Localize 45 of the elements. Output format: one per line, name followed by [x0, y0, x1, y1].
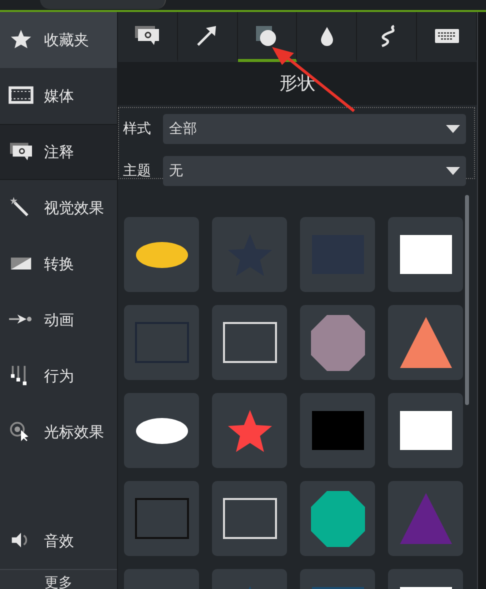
- shape-tile[interactable]: [300, 217, 375, 292]
- sidebar-item[interactable]: 音效: [0, 513, 117, 569]
- sidebar-label: 光标效果: [44, 422, 104, 442]
- caret-icon: [446, 167, 460, 175]
- sidebar-label: 注释: [44, 142, 74, 162]
- sidebar-label: 视觉效果: [44, 198, 104, 218]
- sidebar-item[interactable]: 注释: [0, 124, 117, 180]
- sidebar-item[interactable]: 媒体: [0, 68, 117, 124]
- shape-tile[interactable]: [212, 305, 287, 380]
- shape-tile[interactable]: [212, 393, 287, 468]
- shape-tile[interactable]: [212, 481, 287, 556]
- field-label: 主题: [123, 162, 152, 180]
- dropdown[interactable]: 全部: [163, 114, 466, 144]
- sidebar-label: 收藏夹: [44, 30, 89, 50]
- caret-icon: [446, 125, 460, 133]
- sidebar-item[interactable]: 动画: [0, 292, 117, 348]
- sidebar-label: 音效: [44, 532, 74, 550]
- sidebar-label: 转换: [44, 254, 74, 274]
- shape-tile[interactable]: [212, 217, 287, 292]
- scrollbar[interactable]: [465, 195, 469, 405]
- more-button[interactable]: 更多: [0, 569, 117, 589]
- dropdown[interactable]: 无: [163, 156, 466, 186]
- shape-tile[interactable]: [388, 393, 463, 468]
- shape-tile[interactable]: [124, 305, 199, 380]
- film-icon: [8, 85, 34, 107]
- sidebar-item[interactable]: 光标效果: [0, 404, 117, 460]
- shape-tile[interactable]: [124, 481, 199, 556]
- speech-bubble-icon: [8, 141, 34, 163]
- sidebar-item[interactable]: 收藏夹: [0, 12, 117, 68]
- shape-tile[interactable]: [124, 217, 199, 292]
- sidebar-label: 行为: [44, 366, 74, 386]
- shape-tile[interactable]: [300, 393, 375, 468]
- shape-tile[interactable]: [300, 481, 375, 556]
- shape-tile[interactable]: [388, 481, 463, 556]
- sidebar-item[interactable]: 视觉效果: [0, 180, 117, 236]
- shape-tile[interactable]: [300, 305, 375, 380]
- speech-bubble-icon: [134, 24, 160, 48]
- shape-tile[interactable]: [124, 393, 199, 468]
- shape-tile[interactable]: [388, 217, 463, 292]
- sidebar-label: 媒体: [44, 86, 74, 106]
- sidebar-item[interactable]: 行为: [0, 348, 117, 404]
- sidebar-label: 动画: [44, 310, 74, 330]
- shape-tile[interactable]: [388, 305, 463, 380]
- sidebar-item[interactable]: 转换: [0, 236, 117, 292]
- field-label: 样式: [123, 120, 152, 138]
